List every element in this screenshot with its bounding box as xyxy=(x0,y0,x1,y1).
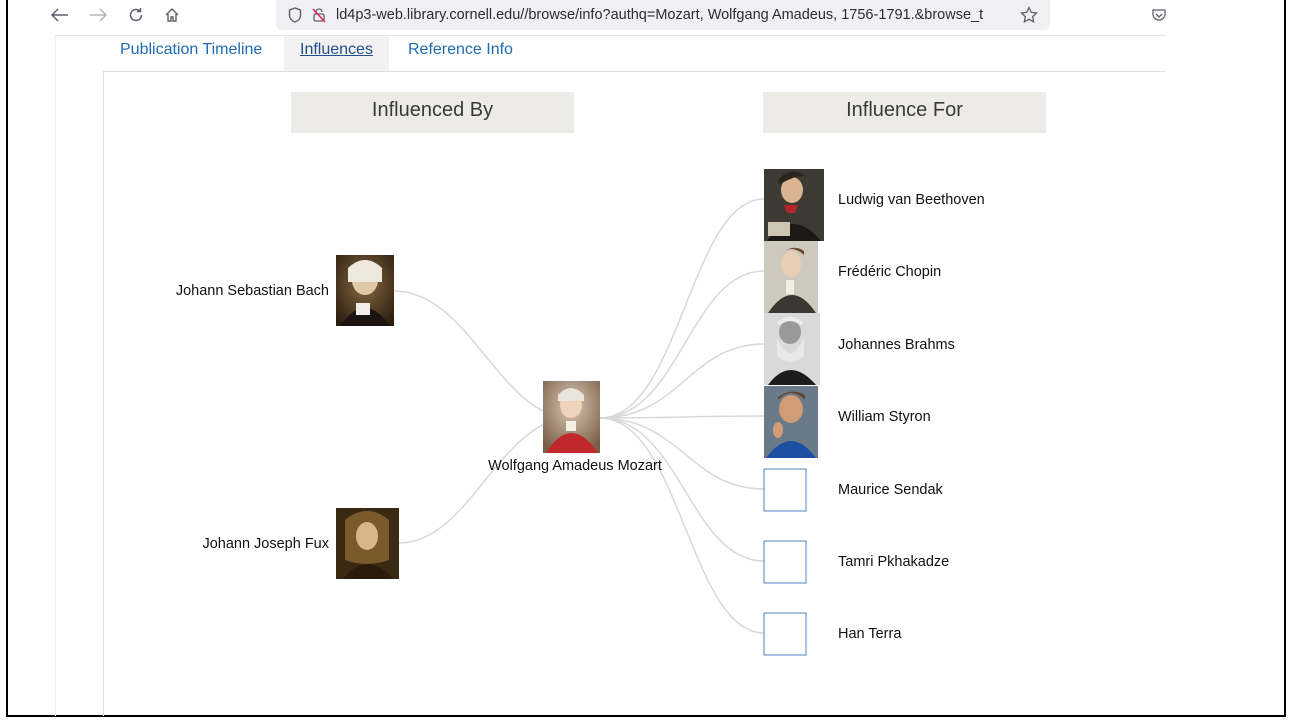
node-chopin[interactable]: Frédéric Chopin xyxy=(764,241,941,313)
portrait-brahms xyxy=(764,313,820,385)
portrait-mozart xyxy=(543,381,600,453)
placeholder-image-sendak xyxy=(763,468,807,512)
placeholder-image-terra xyxy=(763,612,807,656)
node-label-mozart[interactable]: Wolfgang Amadeus Mozart xyxy=(488,458,662,474)
node-label-bach[interactable]: Johann Sebastian Bach xyxy=(176,283,329,299)
node-label-beethoven[interactable]: Ludwig van Beethoven xyxy=(838,192,985,208)
node-brahms[interactable]: Johannes Brahms xyxy=(764,313,955,385)
node-bach[interactable]: Johann Sebastian Bach xyxy=(176,255,394,326)
node-label-brahms[interactable]: Johannes Brahms xyxy=(838,337,955,353)
portrait-chopin xyxy=(764,241,818,313)
node-label-sendak[interactable]: Maurice Sendak xyxy=(838,482,944,498)
portrait-beethoven xyxy=(764,169,824,241)
link-mozart-styron xyxy=(599,415,765,419)
node-beethoven[interactable]: Ludwig van Beethoven xyxy=(764,169,985,241)
portrait-fux xyxy=(336,508,399,579)
link-mozart-brahms xyxy=(599,343,765,419)
portrait-styron xyxy=(764,386,818,458)
portrait-bach xyxy=(336,255,394,326)
node-label-fux[interactable]: Johann Joseph Fux xyxy=(202,536,329,552)
node-label-chopin[interactable]: Frédéric Chopin xyxy=(838,264,941,280)
link-mozart-sendak xyxy=(599,417,765,490)
link-mozart-chopin xyxy=(599,270,765,419)
link-mozart-beethoven xyxy=(599,198,765,419)
node-fux[interactable]: Johann Joseph Fux xyxy=(202,508,399,579)
placeholder-image-pkhakadze xyxy=(763,540,807,584)
link-mozart-terra xyxy=(599,417,765,634)
node-label-styron[interactable]: William Styron xyxy=(838,409,931,425)
node-terra[interactable]: Han Terra xyxy=(763,612,902,656)
influence-graph: Johann Sebastian Bach Johann Joseph Fux … xyxy=(176,169,985,656)
node-styron[interactable]: William Styron xyxy=(764,386,931,458)
node-label-pkhakadze[interactable]: Tamri Pkhakadze xyxy=(838,554,949,570)
node-label-terra[interactable]: Han Terra xyxy=(838,626,902,642)
node-pkhakadze[interactable]: Tamri Pkhakadze xyxy=(763,540,949,584)
link-mozart-pkhakadze xyxy=(599,417,765,562)
node-sendak[interactable]: Maurice Sendak xyxy=(763,468,944,512)
node-mozart[interactable]: Wolfgang Amadeus Mozart xyxy=(488,381,662,474)
